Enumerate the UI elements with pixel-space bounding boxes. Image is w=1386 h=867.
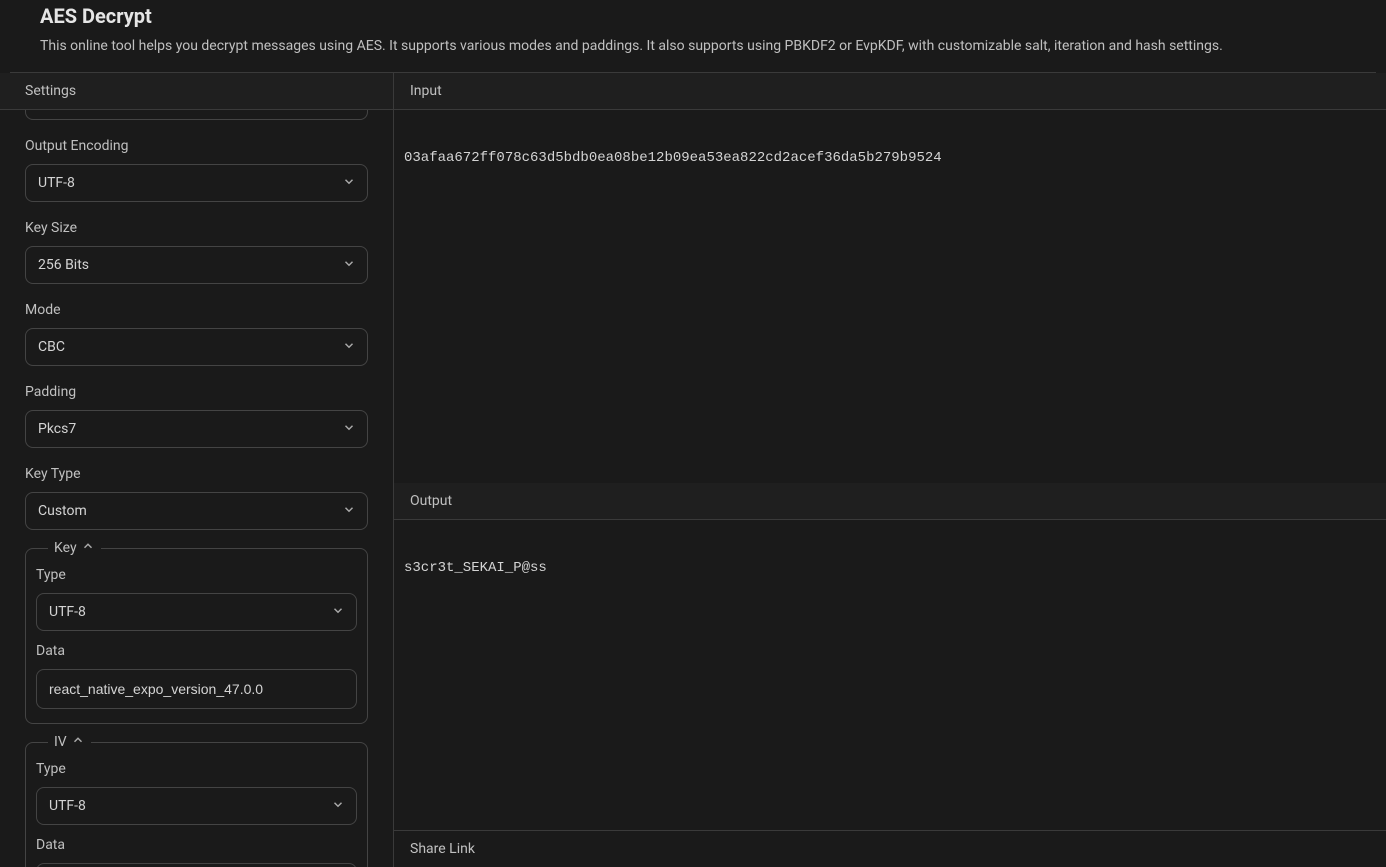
padding-select[interactable]: Pkcs7: [25, 410, 368, 448]
key-size-select-wrap: 256 Bits: [25, 246, 368, 284]
iv-type-inner-select-wrap: UTF-8: [36, 787, 357, 825]
page-title: AES Decrypt: [40, 4, 1346, 28]
mode-group: Mode CBC: [25, 302, 368, 366]
iv-type-inner-select[interactable]: UTF-8: [36, 787, 357, 825]
key-type-inner-group: Type UTF-8: [36, 567, 357, 631]
key-size-label: Key Size: [25, 220, 368, 236]
key-size-select[interactable]: 256 Bits: [25, 246, 368, 284]
iv-fieldset: IV Type UTF-8 Data: [25, 742, 368, 867]
padding-group: Padding Pkcs7: [25, 384, 368, 448]
key-legend-label: Key: [54, 540, 77, 556]
key-type-select[interactable]: Custom: [25, 492, 368, 530]
iv-legend[interactable]: IV: [48, 733, 91, 751]
key-data-label: Data: [36, 643, 357, 659]
output-textarea[interactable]: s3cr3t_SEKAI_P@ss: [394, 520, 1386, 830]
output-value: s3cr3t_SEKAI_P@ss: [394, 560, 1386, 576]
key-fieldset: Key Type UTF-8 Data: [25, 548, 368, 724]
key-size-group: Key Size 256 Bits: [25, 220, 368, 284]
mode-select[interactable]: CBC: [25, 328, 368, 366]
iv-data-label: Data: [36, 837, 357, 853]
key-type-label: Key Type: [25, 466, 368, 482]
padding-select-wrap: Pkcs7: [25, 410, 368, 448]
share-section: Share Link: [394, 830, 1386, 867]
input-section: Input 03afaa672ff078c63d5bdb0ea08be12b09…: [394, 73, 1386, 483]
settings-content: Output Encoding UTF-8 Key Size 256 Bits: [0, 110, 393, 867]
key-data-input[interactable]: [36, 669, 357, 709]
iv-type-inner-group: Type UTF-8: [36, 761, 357, 825]
mode-select-wrap: CBC: [25, 328, 368, 366]
output-heading: Output: [394, 483, 1386, 520]
output-encoding-select[interactable]: UTF-8: [25, 164, 368, 202]
iv-data-group: Data: [36, 837, 357, 867]
key-type-inner-select-wrap: UTF-8: [36, 593, 357, 631]
chevron-up-icon: [71, 733, 85, 751]
main-layout: Settings Output Encoding UTF-8 Key Size …: [0, 73, 1386, 867]
input-value: 03afaa672ff078c63d5bdb0ea08be12b09ea53ea…: [394, 150, 1386, 166]
content-area: Input 03afaa672ff078c63d5bdb0ea08be12b09…: [394, 73, 1386, 867]
output-encoding-select-wrap: UTF-8: [25, 164, 368, 202]
key-legend[interactable]: Key: [48, 539, 101, 557]
iv-legend-label: IV: [54, 734, 67, 750]
output-section: Output s3cr3t_SEKAI_P@ss: [394, 483, 1386, 830]
settings-heading: Settings: [0, 73, 393, 110]
page-header: AES Decrypt This online tool helps you d…: [0, 0, 1386, 72]
output-encoding-group: Output Encoding UTF-8: [25, 138, 368, 202]
mode-label: Mode: [25, 302, 368, 318]
key-type-inner-label: Type: [36, 567, 357, 583]
settings-sidebar: Settings Output Encoding UTF-8 Key Size …: [0, 73, 394, 867]
output-encoding-label: Output Encoding: [25, 138, 368, 154]
input-heading: Input: [394, 73, 1386, 110]
share-heading: Share Link: [410, 841, 475, 857]
key-type-group: Key Type Custom: [25, 466, 368, 530]
page-description: This online tool helps you decrypt messa…: [40, 38, 1346, 54]
partial-select-above[interactable]: [25, 110, 368, 120]
iv-type-inner-label: Type: [36, 761, 357, 777]
key-data-group: Data: [36, 643, 357, 709]
chevron-up-icon: [81, 539, 95, 557]
key-type-inner-select[interactable]: UTF-8: [36, 593, 357, 631]
input-textarea[interactable]: 03afaa672ff078c63d5bdb0ea08be12b09ea53ea…: [394, 110, 1386, 483]
key-type-select-wrap: Custom: [25, 492, 368, 530]
padding-label: Padding: [25, 384, 368, 400]
